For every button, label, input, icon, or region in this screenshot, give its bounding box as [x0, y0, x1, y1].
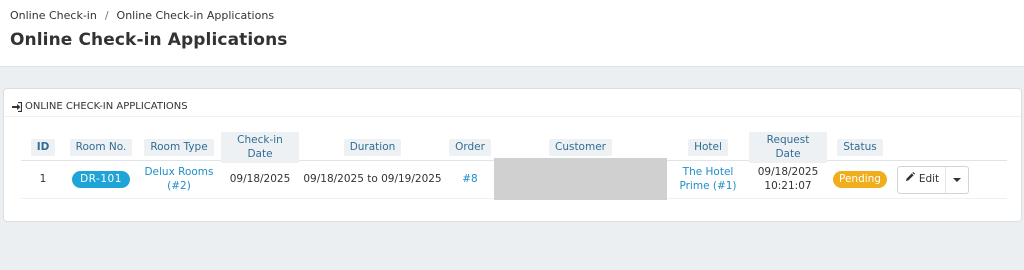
cell-duration: 09/18/2025 to 09/19/2025 [303, 172, 442, 185]
edit-button-label: Edit [918, 172, 940, 185]
breadcrumb-item-online-check-in[interactable]: Online Check-in [10, 9, 97, 22]
applications-table: ID Room No. Room Type Check-in Date Dura… [21, 131, 1007, 200]
caret-down-icon [953, 177, 962, 182]
request-time: 10:21:07 [764, 179, 812, 192]
sign-in-icon [12, 101, 22, 112]
column-header-checkin-date[interactable]: Check-in Date [221, 131, 299, 164]
column-header-id[interactable]: ID [30, 138, 56, 157]
hotel-name-line2: Prime (#1) [679, 179, 737, 192]
column-header-order[interactable]: Order [449, 138, 491, 157]
breadcrumb: Online Check-in / Online Check-in Applic… [10, 8, 1014, 22]
breadcrumb-item-current: Online Check-in Applications [116, 8, 275, 22]
hotel-name-line1: The Hotel [682, 165, 734, 178]
column-header-hotel[interactable]: Hotel [688, 138, 728, 157]
column-header-duration[interactable]: Duration [343, 138, 402, 157]
cell-request-date: 09/18/2025 10:21:07 [758, 166, 819, 193]
cell-checkin-date: 09/18/2025 [229, 172, 291, 185]
room-type-name: Delux Rooms [144, 165, 214, 178]
column-header-room-no[interactable]: Room No. [69, 138, 133, 157]
request-date: 09/18/2025 [757, 165, 819, 178]
page-header: Online Check-in / Online Check-in Applic… [0, 0, 1024, 67]
edit-button[interactable]: Edit [898, 166, 947, 193]
room-type-link[interactable]: Delux Rooms (#2) [144, 166, 213, 193]
row-actions: Edit [896, 165, 970, 194]
column-header-room-type[interactable]: Room Type [144, 138, 214, 157]
actions-dropdown-toggle[interactable] [946, 167, 968, 193]
column-header-status[interactable]: Status [837, 138, 883, 157]
room-number-badge[interactable]: DR-101 [72, 170, 130, 189]
page-title: Online Check-in Applications [10, 30, 288, 50]
customer-redacted [494, 157, 667, 200]
breadcrumb-separator: / [104, 8, 109, 22]
room-type-id: (#2) [167, 179, 191, 192]
hotel-link[interactable]: The Hotel Prime (#1) [679, 166, 736, 193]
applications-panel: ONLINE CHECK-IN APPLICATIONS ID Room No.… [3, 88, 1022, 222]
table-row: 1 DR-101 Delux Rooms (#2) 09/18/2025 09/1… [21, 157, 1007, 200]
pencil-icon [905, 172, 915, 187]
panel-title: ONLINE CHECK-IN APPLICATIONS [25, 101, 188, 112]
status-badge: Pending [833, 170, 887, 189]
column-header-request-date[interactable]: Request Date [749, 131, 827, 164]
panel-header: ONLINE CHECK-IN APPLICATIONS [4, 89, 1021, 117]
order-link[interactable]: #8 [462, 173, 477, 187]
column-header-customer[interactable]: Customer [548, 138, 612, 157]
cell-id: 1 [39, 172, 47, 185]
